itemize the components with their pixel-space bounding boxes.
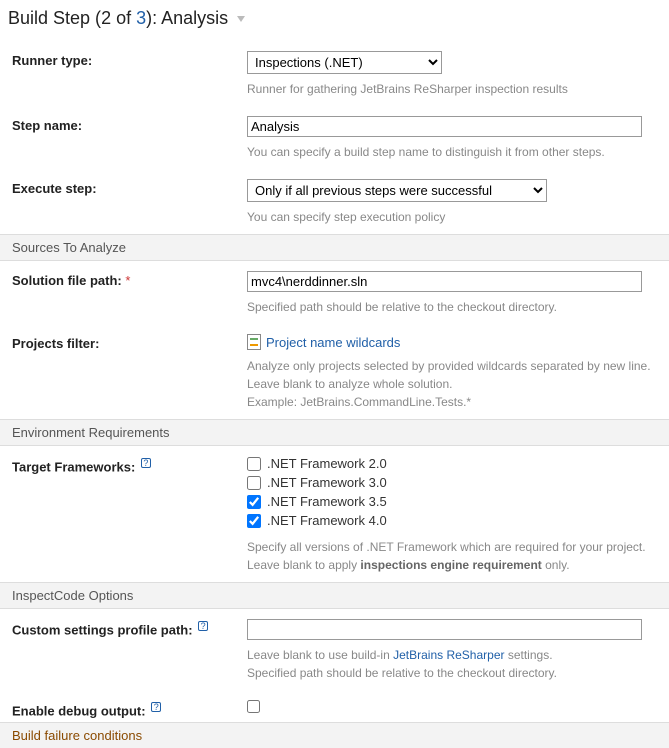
execute-step-select[interactable]: Only if all previous steps were successf… (247, 179, 547, 202)
execute-step-label: Execute step: (12, 179, 247, 196)
row-step-name: Step name: (0, 106, 669, 141)
framework-label: .NET Framework 3.0 (267, 475, 387, 490)
page-title: Build Step (2 of 3): Analysis (0, 0, 669, 35)
framework-row: .NET Framework 4.0 (247, 513, 657, 528)
custom-settings-input[interactable] (247, 619, 642, 640)
framework-checkbox[interactable] (247, 495, 261, 509)
section-build-failure: Build failure conditions (0, 722, 669, 748)
frameworks-hint-2a: Leave blank to apply (247, 558, 360, 572)
row-runner-type: Runner type: Inspections (.NET) (0, 41, 669, 78)
section-environment: Environment Requirements (0, 419, 669, 446)
custom-hint-2: Specified path should be relative to the… (247, 666, 557, 680)
solution-path-hint: Specified path should be relative to the… (0, 296, 669, 324)
projects-hint-3: Example: JetBrains.CommandLine.Tests.* (247, 395, 471, 409)
section-inspectcode: InspectCode Options (0, 582, 669, 609)
help-icon[interactable]: ? (141, 458, 151, 468)
projects-hint-1: Analyze only projects selected by provid… (247, 359, 651, 373)
step-current: 2 (101, 8, 111, 28)
row-projects-filter: Projects filter: Project name wildcards (0, 324, 669, 355)
custom-settings-label-text: Custom settings profile path: (12, 622, 196, 637)
framework-checkbox[interactable] (247, 457, 261, 471)
row-solution-path: Solution file path: * (0, 261, 669, 296)
target-frameworks-label-text: Target Frameworks: (12, 459, 139, 474)
frameworks-list: .NET Framework 2.0 .NET Framework 3.0 .NET… (247, 456, 657, 532)
title-suffix: ): Analysis (146, 8, 228, 28)
row-target-frameworks: Target Frameworks: ? .NET Framework 2.0.… (0, 446, 669, 536)
chevron-down-icon[interactable] (237, 16, 245, 22)
frameworks-hint: Specify all versions of .NET Framework w… (0, 536, 669, 582)
projects-filter-label: Projects filter: (12, 334, 247, 351)
runner-type-label: Runner type: (12, 51, 247, 68)
custom-hint-1c: settings. (505, 648, 553, 662)
solution-path-label: Solution file path: * (12, 271, 247, 288)
frameworks-hint-2c: only. (542, 558, 570, 572)
runner-type-select[interactable]: Inspections (.NET) (247, 51, 442, 74)
step-name-label: Step name: (12, 116, 247, 133)
custom-settings-label: Custom settings profile path: ? (12, 619, 247, 637)
debug-output-label: Enable debug output: ? (12, 700, 247, 718)
help-icon[interactable]: ? (198, 621, 208, 631)
step-name-input[interactable] (247, 116, 642, 137)
custom-settings-hint: Leave blank to use build-in JetBrains Re… (0, 644, 669, 690)
solution-path-input[interactable] (247, 271, 642, 292)
debug-output-label-text: Enable debug output: (12, 703, 149, 718)
row-custom-settings: Custom settings profile path: ? (0, 609, 669, 644)
framework-label: .NET Framework 3.5 (267, 494, 387, 509)
required-marker: * (125, 273, 130, 288)
framework-row: .NET Framework 3.0 (247, 475, 657, 490)
framework-label: .NET Framework 4.0 (267, 513, 387, 528)
step-name-hint: You can specify a build step name to dis… (0, 141, 669, 169)
projects-filter-hint: Analyze only projects selected by provid… (0, 355, 669, 419)
target-frameworks-label: Target Frameworks: ? (12, 456, 247, 474)
framework-label: .NET Framework 2.0 (267, 456, 387, 471)
resharper-link[interactable]: JetBrains ReSharper (393, 648, 504, 662)
frameworks-hint-1: Specify all versions of .NET Framework w… (247, 540, 646, 554)
row-execute-step: Execute step: Only if all previous steps… (0, 169, 669, 206)
runner-type-hint: Runner for gathering JetBrains ReSharper… (0, 78, 669, 106)
project-wildcards-link[interactable]: Project name wildcards (266, 335, 400, 350)
help-icon[interactable]: ? (151, 702, 161, 712)
frameworks-hint-2b: inspections engine requirement (360, 558, 541, 572)
framework-checkbox[interactable] (247, 476, 261, 490)
framework-checkbox[interactable] (247, 514, 261, 528)
custom-hint-1a: Leave blank to use build-in (247, 648, 393, 662)
step-total-link[interactable]: 3 (136, 8, 146, 28)
execute-step-hint: You can specify step execution policy (0, 206, 669, 234)
title-of: of (111, 8, 136, 28)
framework-row: .NET Framework 2.0 (247, 456, 657, 471)
section-sources: Sources To Analyze (0, 234, 669, 261)
title-prefix: Build Step ( (8, 8, 101, 28)
projects-hint-2: Leave blank to analyze whole solution. (247, 377, 452, 391)
solution-path-label-text: Solution file path: (12, 273, 125, 288)
document-icon (247, 334, 261, 350)
framework-row: .NET Framework 3.5 (247, 494, 657, 509)
row-debug-output: Enable debug output: ? (0, 690, 669, 722)
